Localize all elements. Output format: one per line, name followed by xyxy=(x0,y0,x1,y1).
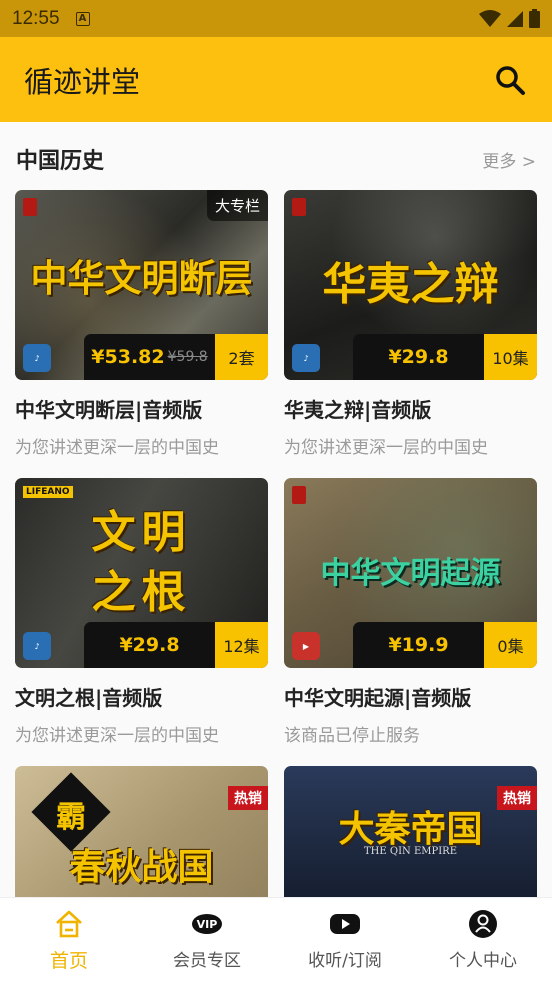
search-icon xyxy=(496,65,525,95)
tab-listen-subscribe[interactable]: 收听/订阅 xyxy=(276,898,414,983)
publisher-logo xyxy=(23,198,37,216)
course-title: 文明之根|音频版 xyxy=(15,686,163,710)
course-thumbnail[interactable]: 华夷之辩 ♪ ¥29.8 10集 xyxy=(284,190,537,380)
price: ¥19.9 xyxy=(353,622,484,668)
course-subtitle: 为您讲述更深一层的中国史 xyxy=(284,438,488,458)
more-link[interactable]: 更多 > xyxy=(482,147,536,172)
section-header: 中国历史 更多 > xyxy=(16,144,536,174)
column-badge: 大专栏 xyxy=(206,190,268,221)
episode-count: 2套 xyxy=(215,334,268,380)
price: ¥29.8 xyxy=(84,622,215,668)
thumbnail-headline: 华夷之辩 xyxy=(322,259,499,310)
thumbnail-headline: 春秋战国 xyxy=(69,846,214,888)
course-thumbnail[interactable]: LIFEANO 文明 之根 ♪ ¥29.8 12集 xyxy=(15,478,268,668)
status-icons xyxy=(479,9,540,28)
audio-icon: ♪ xyxy=(292,344,320,372)
thumbnail-headline: 中华文明起源 xyxy=(320,556,501,591)
course-title: 中华文明断层|音频版 xyxy=(15,398,203,422)
video-icon: ▶ xyxy=(292,632,320,660)
course-subtitle: 为您讲述更深一层的中国史 xyxy=(15,726,219,746)
episode-count: 12集 xyxy=(215,622,268,668)
search-button[interactable] xyxy=(492,62,528,98)
price-bar: ¥53.82 ¥59.8 2套 xyxy=(84,334,268,380)
price-bar: ¥29.8 10集 xyxy=(353,334,537,380)
section-title: 中国历史 xyxy=(16,149,105,174)
price: ¥53.82 xyxy=(91,346,165,368)
price-bar: ¥29.8 12集 xyxy=(84,622,268,668)
tab-label: 首页 xyxy=(49,950,88,972)
bottom-tab-bar: 首页 VIP 会员专区 收听/订阅 个人中心 xyxy=(0,897,552,983)
wifi-icon xyxy=(479,9,501,27)
course-card[interactable]: LIFEANO 文明 之根 ♪ ¥29.8 12集 文明之根|音频版 为您讲述更… xyxy=(15,478,268,746)
notification-a-icon: A xyxy=(75,11,90,26)
hot-badge: 热销 xyxy=(228,786,268,810)
course-thumbnail[interactable]: 中华文明断层 大专栏 ♪ ¥53.82 ¥59.8 2套 xyxy=(15,190,268,380)
course-card[interactable]: 大秦帝国 THE QIN EMPIRE 热销 xyxy=(284,766,537,897)
home-icon xyxy=(53,908,85,940)
price: ¥29.8 xyxy=(353,334,484,380)
publisher-logo xyxy=(292,486,306,504)
price-box: ¥53.82 ¥59.8 xyxy=(84,334,215,380)
course-thumbnail[interactable]: 大秦帝国 THE QIN EMPIRE 热销 xyxy=(284,766,537,897)
hot-badge: 热销 xyxy=(497,786,537,810)
course-card[interactable]: 华夷之辩 ♪ ¥29.8 10集 华夷之辩|音频版 为您讲述更深一层的中国史 xyxy=(284,190,537,458)
play-icon xyxy=(329,908,361,940)
main-content[interactable]: 中国历史 更多 > 中华文明断层 大专栏 ♪ ¥53.82 ¥59.8 2套 中华… xyxy=(0,122,552,897)
course-subtitle: 该商品已停止服务 xyxy=(284,726,420,746)
price-bar: ¥19.9 0集 xyxy=(353,622,537,668)
audio-icon: ♪ xyxy=(23,632,51,660)
app-bar: 循迹讲堂 xyxy=(0,37,552,122)
tab-label: 收听/订阅 xyxy=(308,951,382,971)
battery-icon xyxy=(529,9,540,28)
course-card[interactable]: 中华文明起源 ▶ ¥19.9 0集 中华文明起源|音频版 该商品已停止服务 xyxy=(284,478,537,746)
thumbnail-subheadline: THE QIN EMPIRE xyxy=(364,846,457,857)
tab-profile[interactable]: 个人中心 xyxy=(414,898,552,983)
tab-label: 个人中心 xyxy=(449,951,517,971)
thumbnail-headline: 中华文明断层 xyxy=(30,256,253,300)
audio-icon: ♪ xyxy=(23,344,51,372)
course-title: 华夷之辩|音频版 xyxy=(284,398,432,422)
seal-text: 霸 xyxy=(56,800,86,835)
course-title: 中华文明起源|音频版 xyxy=(284,686,472,710)
publisher-logo xyxy=(292,198,306,216)
tab-label: 会员专区 xyxy=(173,951,241,971)
original-price: ¥59.8 xyxy=(167,349,208,365)
course-thumbnail[interactable]: 中华文明起源 ▶ ¥19.9 0集 xyxy=(284,478,537,668)
episode-count: 0集 xyxy=(484,622,537,668)
course-card[interactable]: 霸 春秋战国 热销 xyxy=(15,766,268,897)
person-icon xyxy=(467,908,499,940)
course-thumbnail[interactable]: 霸 春秋战国 热销 xyxy=(15,766,268,897)
app-title: 循迹讲堂 xyxy=(24,64,141,99)
vip-icon: VIP xyxy=(191,908,223,940)
course-card[interactable]: 中华文明断层 大专栏 ♪ ¥53.82 ¥59.8 2套 中华文明断层|音频版 为… xyxy=(15,190,268,458)
signal-icon xyxy=(507,10,523,27)
thumbnail-headline-line2: 之根 xyxy=(91,567,192,618)
course-subtitle: 为您讲述更深一层的中国史 xyxy=(15,438,219,458)
svg-text:VIP: VIP xyxy=(197,918,218,931)
tab-home[interactable]: 首页 xyxy=(0,898,138,983)
episode-count: 10集 xyxy=(484,334,537,380)
status-time: 12:55 xyxy=(12,7,60,29)
tab-vip[interactable]: VIP 会员专区 xyxy=(138,898,276,983)
status-bar: 12:55 A xyxy=(0,0,552,37)
thumbnail-headline-line1: 文明 xyxy=(91,507,192,558)
